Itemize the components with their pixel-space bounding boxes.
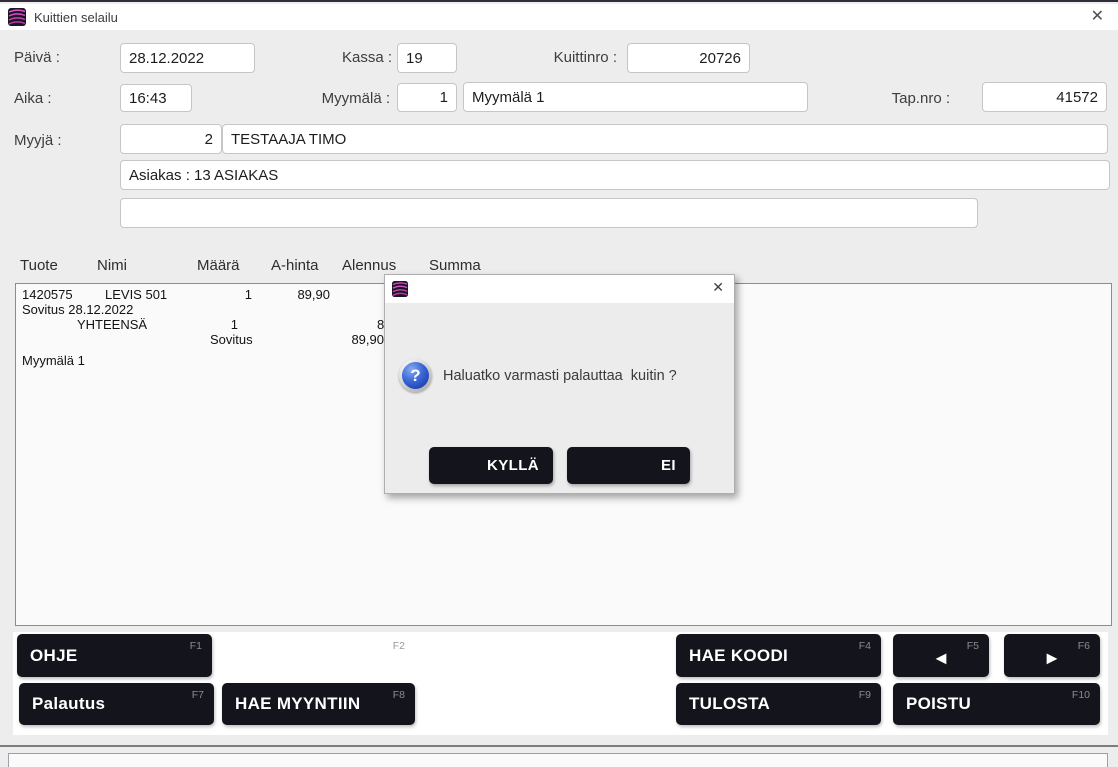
line2-text: Sovitus 28.12.2022 — [22, 302, 133, 317]
aika-field[interactable]: 16:43 — [120, 84, 192, 112]
col-header-maara: Määrä — [197, 257, 240, 274]
line1-maara: 1 — [222, 287, 252, 302]
line4-value: 89,90 — [344, 332, 384, 347]
ohje-button-label: OHJE — [30, 646, 78, 666]
app-window: Kuittien selailu ✕ Päivä : 28.12.2022 Ka… — [0, 0, 1118, 767]
hae-koodi-fkey-label: F4 — [859, 640, 871, 652]
col-header-nimi: Nimi — [97, 257, 127, 274]
paiva-field[interactable]: 28.12.2022 — [120, 43, 255, 73]
dialog-title-bar: ✕ — [385, 275, 734, 303]
hae-koodi-button-label: HAE KOODI — [689, 646, 788, 666]
col-header-summa: Summa — [429, 257, 481, 274]
kuittinro-label: Kuittinro : — [505, 49, 617, 66]
col-header-tuote: Tuote — [20, 257, 58, 274]
palautus-button-label: Palautus — [32, 694, 105, 714]
poistu-button[interactable]: POISTU F10 — [893, 683, 1100, 725]
ohje-fkey-label: F1 — [190, 640, 202, 652]
tulosta-button[interactable]: TULOSTA F9 — [676, 683, 881, 725]
poistu-fkey-label: F10 — [1072, 689, 1090, 701]
line3-nimi: YHTEENSÄ — [77, 317, 147, 332]
poistu-button-label: POISTU — [906, 694, 971, 714]
dialog-logo-icon — [392, 281, 408, 297]
app-logo-icon — [8, 8, 26, 26]
dialog-close-icon[interactable]: ✕ — [712, 279, 724, 296]
bottom-divider — [0, 745, 1118, 747]
title-bar: Kuittien selailu ✕ — [0, 4, 1118, 30]
line3-maara: 1 — [208, 317, 238, 332]
kassa-field[interactable]: 19 — [397, 43, 457, 73]
palautus-fkey-label: F7 — [192, 689, 204, 701]
asiakas-field[interactable]: Asiakas : 13 ASIAKAS — [120, 160, 1110, 190]
hae-myyntiin-button-label: HAE MYYNTIIN — [235, 694, 360, 714]
ei-button[interactable]: EI — [567, 447, 690, 484]
status-bar — [8, 753, 1108, 767]
question-mark-icon: ? — [399, 359, 432, 392]
f2-empty-slot: F2 — [222, 634, 415, 677]
kylla-button[interactable]: KYLLÄ — [429, 447, 553, 484]
confirm-return-dialog: ✕ ? Haluatko varmasti palauttaa kuitin ?… — [384, 274, 735, 494]
line4-label: Sovitus — [210, 332, 253, 347]
kassa-label: Kassa : — [320, 49, 392, 66]
tulosta-fkey-label: F9 — [859, 689, 871, 701]
window-title: Kuittien selailu — [34, 10, 118, 25]
aika-label: Aika : — [14, 90, 52, 107]
myymala-label: Myymälä : — [300, 90, 390, 107]
right-arrow-icon: ▶ — [1047, 649, 1058, 666]
line1-ahinta: 89,90 — [290, 287, 330, 302]
window-close-icon[interactable]: ✕ — [1091, 7, 1104, 27]
myymala-code-field[interactable]: 1 — [397, 83, 457, 112]
kuittinro-field[interactable]: 20726 — [627, 43, 750, 73]
next-fkey-label: F6 — [1078, 640, 1090, 652]
tapnro-field[interactable]: 41572 — [982, 82, 1107, 112]
left-arrow-icon: ◀ — [936, 649, 947, 666]
next-button[interactable]: ▶ F6 — [1004, 634, 1100, 677]
hae-koodi-button[interactable]: HAE KOODI F4 — [676, 634, 881, 677]
hae-myyntiin-button[interactable]: HAE MYYNTIIN F8 — [222, 683, 415, 725]
line1-tuote: 1420575 — [22, 287, 73, 302]
col-header-ahinta: A-hinta — [271, 257, 319, 274]
line1-nimi: LEVIS 501 — [105, 287, 167, 302]
dialog-message: Haluatko varmasti palauttaa kuitin ? — [443, 368, 677, 384]
previous-fkey-label: F5 — [967, 640, 979, 652]
myymala-name-field[interactable]: Myymälä 1 — [463, 82, 808, 112]
line5-text: Myymälä 1 — [22, 353, 85, 368]
myyja-label: Myyjä : — [14, 132, 62, 149]
myyja-name-field[interactable]: TESTAAJA TIMO — [222, 124, 1108, 154]
ohje-button[interactable]: OHJE F1 — [17, 634, 212, 677]
hae-myyntiin-fkey-label: F8 — [393, 689, 405, 701]
paiva-label: Päivä : — [14, 49, 60, 66]
extra-info-field[interactable] — [120, 198, 978, 228]
myyja-code-field[interactable]: 2 — [120, 124, 222, 154]
tapnro-label: Tap.nro : — [860, 90, 950, 107]
palautus-button[interactable]: Palautus F7 — [19, 683, 214, 725]
previous-button[interactable]: ◀ F5 — [893, 634, 989, 677]
col-header-alennus: Alennus — [342, 257, 396, 274]
tulosta-button-label: TULOSTA — [689, 694, 770, 714]
f2-fkey-label: F2 — [393, 640, 405, 652]
